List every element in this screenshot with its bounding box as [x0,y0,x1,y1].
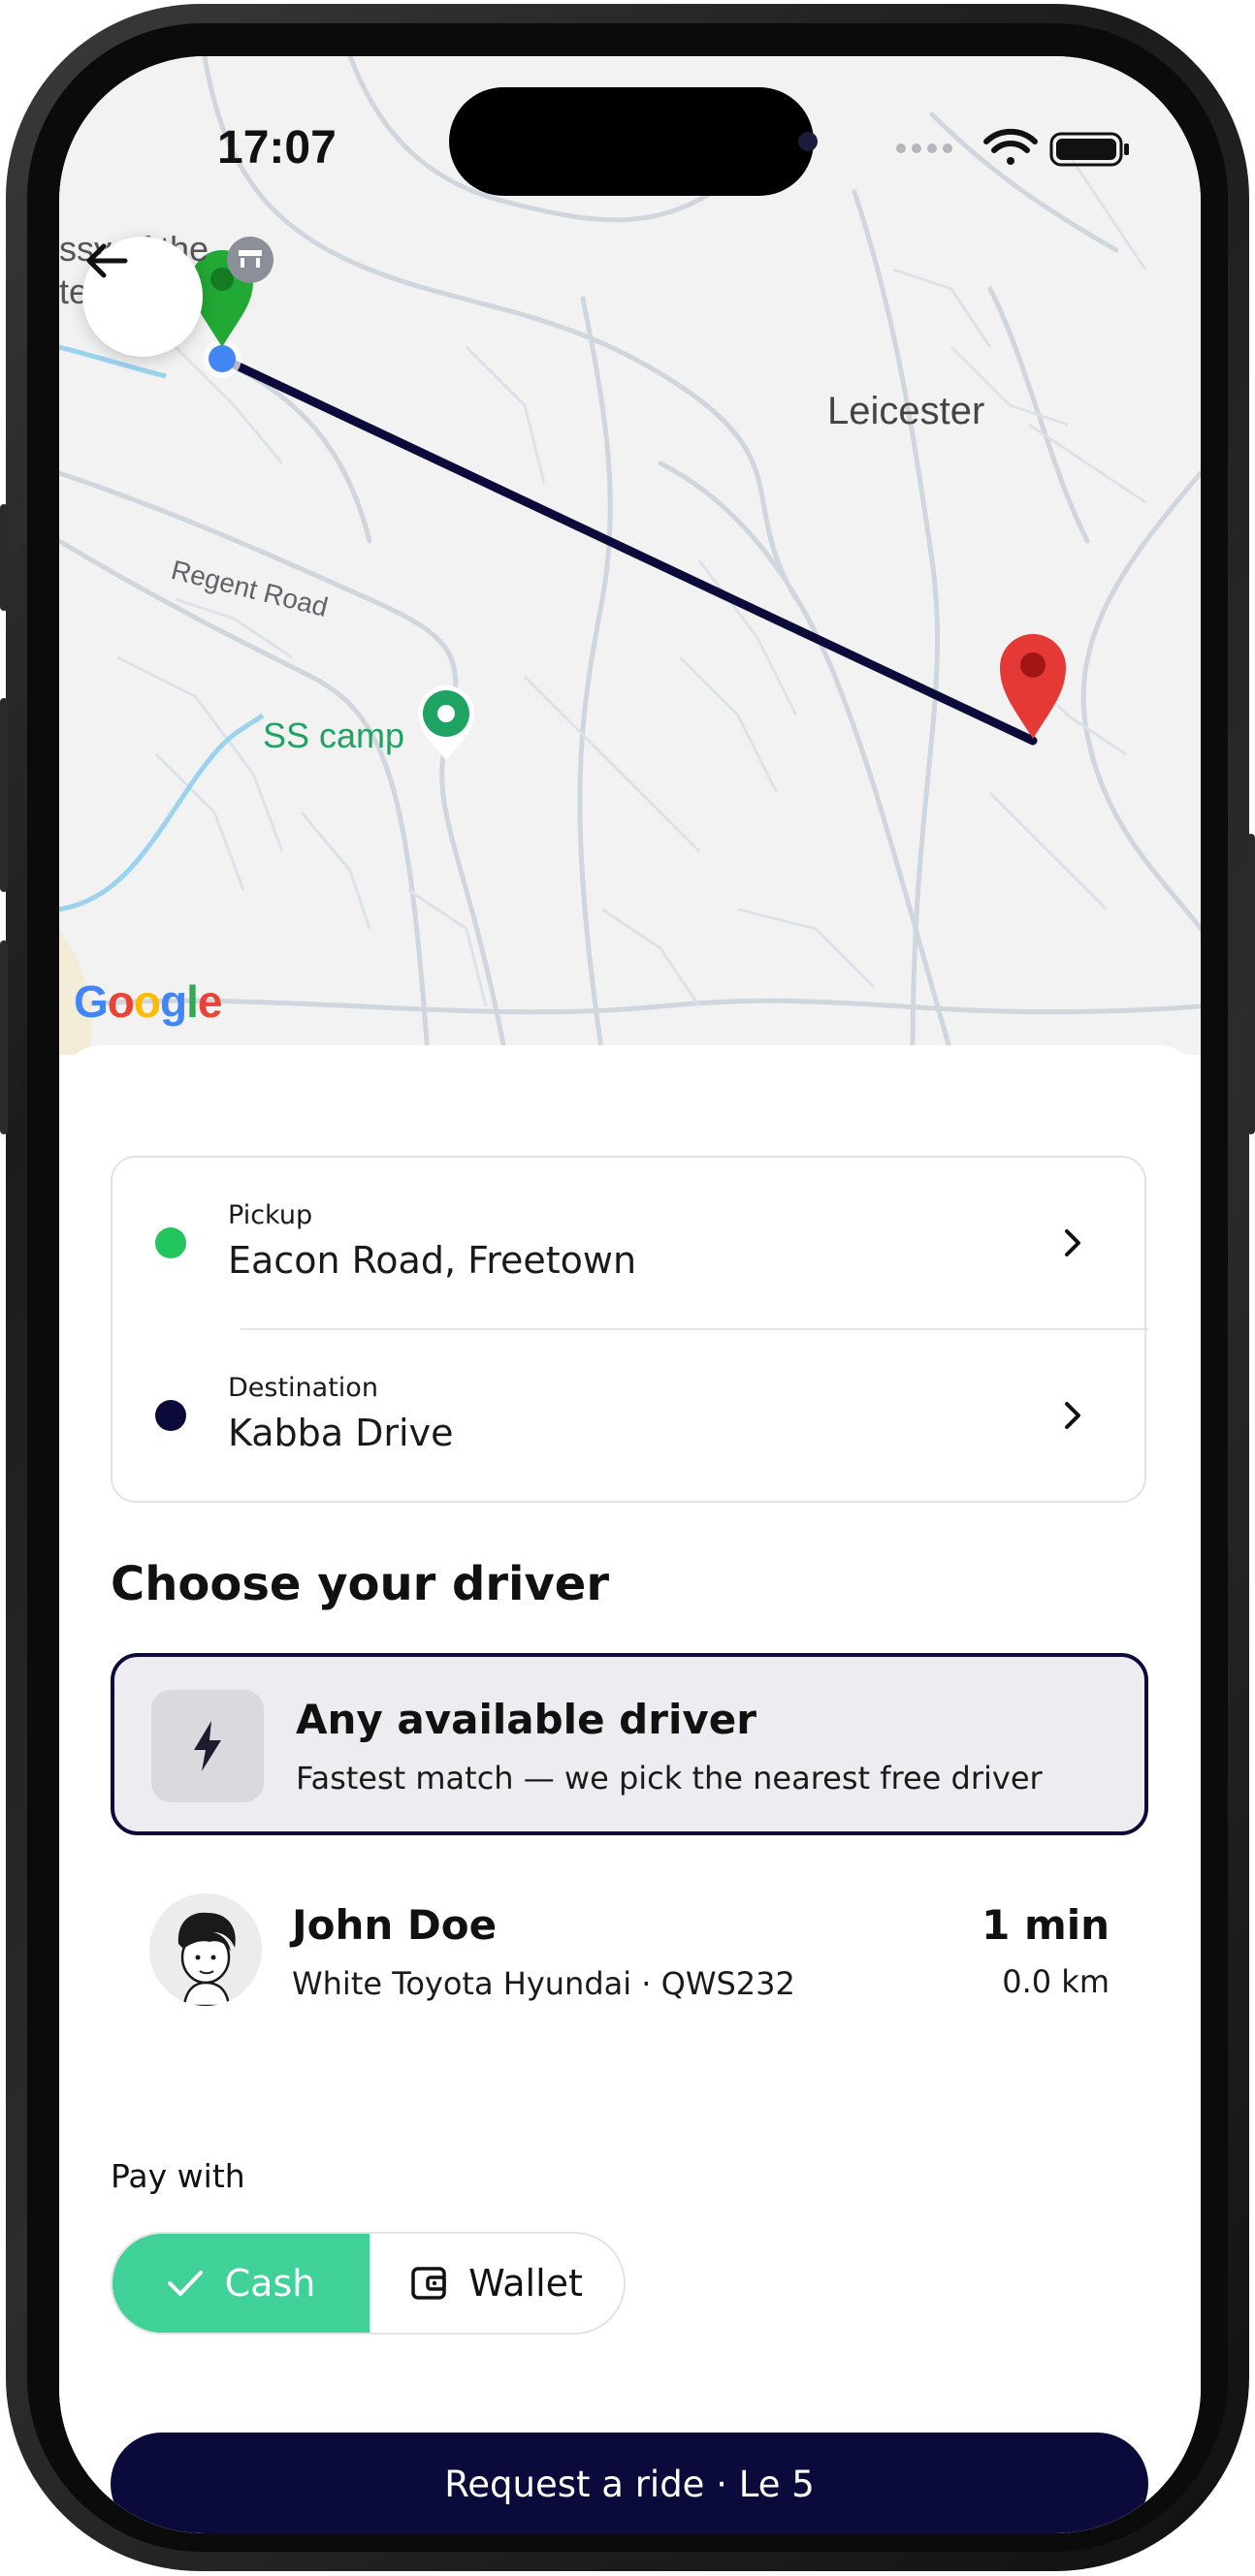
driver-eta: 1 min [981,1901,1110,1949]
arrow-left-icon [86,243,128,278]
battery-icon [1049,132,1129,167]
ride-options-sheet: Pickup Eacon Road, Freetown Destination … [59,1045,1201,2533]
phone-frame: Leicester Regent Road SS camp ssy of the… [0,0,1255,2576]
driver-list-item[interactable]: John Doe White Toyota Hyundai · QWS232 1… [111,1874,1148,2019]
side-button-power [1247,834,1255,1134]
map-label-city: Leicester [827,390,985,432]
back-button[interactable] [82,237,203,357]
status-indicators [864,114,1155,182]
payment-method-toggle: Cash Wallet [111,2232,626,2335]
signal-dots-icon [896,143,952,153]
destination-pin-icon [1000,634,1066,739]
side-button-volume-down [0,940,8,1134]
google-logo: Google [74,976,222,1027]
check-icon [167,2271,203,2296]
destination-label: Destination [228,1373,378,1403]
any-driver-title: Any available driver [296,1696,756,1743]
chevron-right-icon [1065,1402,1080,1429]
pickup-location-dot [209,345,236,372]
pickup-dot-icon [155,1227,186,1258]
pickup-label: Pickup [228,1200,313,1230]
pickup-value: Eacon Road, Freetown [228,1239,637,1282]
pickup-row[interactable]: Pickup Eacon Road, Freetown [113,1158,1148,1330]
any-driver-subtitle: Fastest match — we pick the nearest free… [296,1760,1043,1797]
map-view[interactable]: Leicester Regent Road SS camp ssy of the… [59,56,1201,1055]
destination-row[interactable]: Destination Kabba Drive [113,1330,1148,1503]
chevron-right-icon [1065,1229,1080,1256]
wallet-option[interactable]: Wallet [370,2234,624,2333]
destination-value: Kabba Drive [228,1412,454,1454]
pay-with-label: Pay with [111,2157,245,2195]
choose-driver-title: Choose your driver [111,1557,610,1611]
side-button-action [0,504,8,611]
any-driver-option[interactable]: Any available driver Fastest match — we … [111,1653,1148,1835]
lightning-bolt-icon [194,1721,221,1771]
map-streets [59,56,1201,1055]
wallet-icon [411,2267,446,2300]
driver-avatar [149,1893,262,2006]
driver-vehicle: White Toyota Hyundai · QWS232 [292,1965,795,2002]
status-time: 17:07 [217,122,337,174]
poi-marker-icon [227,237,274,283]
destination-dot-icon [155,1400,186,1431]
side-button-volume-up [0,698,8,892]
wifi-icon [983,128,1038,165]
bolt-icon-box [151,1690,264,1802]
driver-distance: 0.0 km [1002,1963,1110,2000]
screen: Leicester Regent Road SS camp ssy of the… [59,56,1201,2533]
cash-option-label: Cash [224,2262,316,2305]
front-camera [798,132,818,151]
driver-name: John Doe [292,1901,498,1949]
cash-option[interactable]: Cash [113,2234,370,2333]
dynamic-island [449,87,814,196]
wallet-option-label: Wallet [468,2262,583,2305]
request-ride-button[interactable]: Request a ride · Le 5 [111,2433,1148,2533]
location-card: Pickup Eacon Road, Freetown Destination … [111,1156,1148,1503]
map-label-poi: SS camp [263,716,405,755]
